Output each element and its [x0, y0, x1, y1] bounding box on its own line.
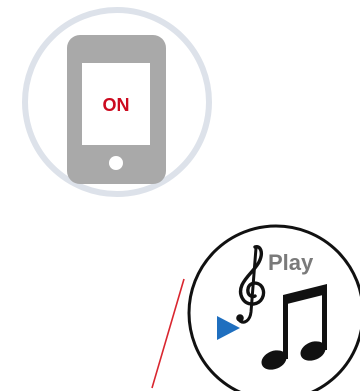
pointer-line: [151, 278, 185, 389]
phone-on-label: ON: [103, 95, 130, 115]
diagram-canvas: ON Play: [22, 7, 360, 391]
play-label: Play: [268, 250, 314, 275]
notes-stem-right: [322, 288, 327, 350]
notes-stem-left: [283, 297, 288, 359]
phone-home-button: [109, 156, 123, 170]
